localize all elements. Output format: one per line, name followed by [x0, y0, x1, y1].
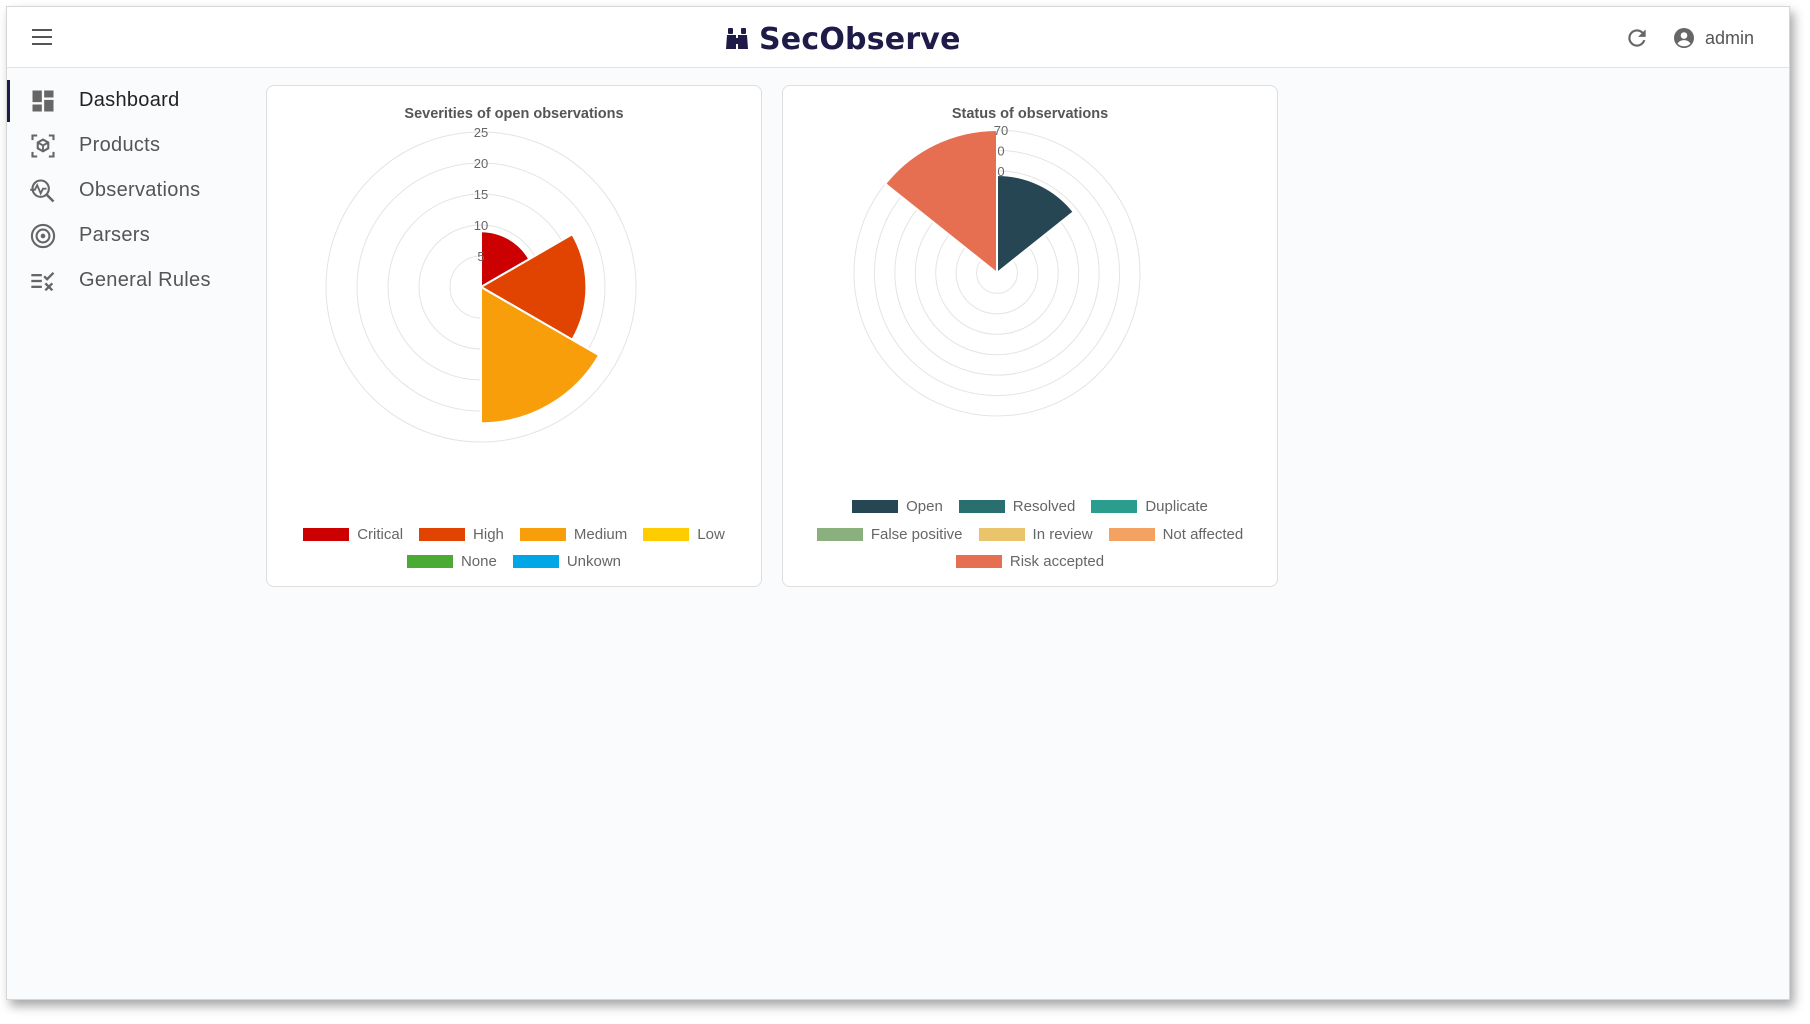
legend-item-duplicate[interactable]: Duplicate [1091, 498, 1208, 515]
legend-swatch [643, 528, 690, 541]
chart-legend-row-2: None Unkown [267, 553, 761, 570]
r-tick-label: 70 [994, 123, 1008, 138]
legend-label: Critical [357, 526, 404, 543]
user-name: admin [1705, 27, 1755, 48]
legend-label: Duplicate [1145, 498, 1208, 515]
legend-swatch [1108, 528, 1155, 541]
app-name: SecObserve [759, 21, 961, 57]
legend-swatch [1091, 500, 1138, 513]
r-tick-label: 0 [997, 164, 1004, 179]
app-window: SecObserve admin Dashboard Products Obse… [6, 6, 1790, 1000]
legend-item-unkown[interactable]: Unkown [512, 553, 622, 570]
product-cube-icon [31, 134, 55, 158]
legend-item-risk-accepted[interactable]: Risk accepted [955, 553, 1105, 570]
user-menu-button[interactable]: admin [1672, 24, 1754, 52]
r-tick-label: 25 [474, 125, 488, 140]
legend-label: Unkown [566, 553, 622, 570]
legend-swatch [519, 528, 566, 541]
legend-label: High [473, 526, 504, 543]
r-tick-label: 0 [997, 143, 1004, 158]
chart-legend: Open Resolved Duplicate [783, 498, 1277, 515]
status-chart-card: Status of observations 0 0 70 Open Resolve… [782, 85, 1278, 587]
legend-swatch [406, 555, 453, 568]
sidebar-item-label: Parsers [79, 224, 151, 246]
chart-legend-row-3: Risk accepted [783, 553, 1277, 570]
sidebar-item-label: Observations [79, 179, 201, 201]
sidebar-item-label: General Rules [79, 269, 211, 291]
legend-label: Resolved [1012, 498, 1076, 515]
legend-item-high[interactable]: High [419, 526, 504, 543]
legend-item-not-affected[interactable]: Not affected [1108, 526, 1244, 543]
observation-search-icon [30, 179, 55, 203]
legend-label: In review [1032, 526, 1093, 543]
parser-target-icon [30, 223, 56, 249]
legend-swatch [958, 500, 1005, 513]
chart-legend-row-2: False positive In review Not affected [783, 526, 1277, 543]
r-tick-label: 10 [474, 218, 488, 233]
legend-label: Not affected [1162, 526, 1244, 543]
app-logo: SecObserve [725, 21, 961, 57]
legend-label: Medium [573, 526, 628, 543]
legend-swatch [303, 528, 350, 541]
legend-item-resolved[interactable]: Resolved [958, 498, 1076, 515]
legend-item-low[interactable]: Low [643, 526, 725, 543]
app-bar: SecObserve admin [7, 7, 1789, 68]
legend-swatch [816, 528, 863, 541]
legend-label: Risk accepted [1009, 553, 1105, 570]
r-tick-label: 15 [474, 187, 488, 202]
sidebar-item-label: Products [79, 134, 161, 156]
sidebar-item-observations[interactable]: Observations [7, 167, 257, 212]
legend-label: Open [906, 498, 943, 515]
legend-swatch [512, 555, 559, 568]
legend-swatch [852, 500, 899, 513]
sidebar: Dashboard Products Observations Parsers … [7, 77, 257, 302]
severities-chart-card: Severities of open observations 5 10 15 20 2… [266, 85, 762, 587]
legend-item-none[interactable]: None [406, 553, 497, 570]
legend-swatch [419, 528, 466, 541]
sidebar-item-products[interactable]: Products [7, 122, 257, 167]
legend-item-open[interactable]: Open [852, 498, 943, 515]
legend-label: Low [697, 526, 725, 543]
r-tick-label: 20 [474, 156, 488, 171]
legend-item-false-positive[interactable]: False positive [816, 526, 963, 543]
legend-item-in-review[interactable]: In review [978, 526, 1093, 543]
legend-swatch [955, 555, 1002, 568]
legend-label: False positive [870, 526, 963, 543]
sidebar-item-parsers[interactable]: Parsers [7, 212, 257, 257]
refresh-icon[interactable] [1624, 25, 1650, 51]
sidebar-item-general-rules[interactable]: General Rules [7, 257, 257, 302]
legend-label: None [460, 553, 497, 570]
legend-item-critical[interactable]: Critical [303, 526, 403, 543]
legend-swatch [978, 528, 1025, 541]
binoculars-icon [726, 28, 748, 49]
legend-item-medium[interactable]: Medium [519, 526, 628, 543]
slice-risk-accepted[interactable] [883, 128, 998, 276]
sidebar-item-dashboard[interactable]: Dashboard [7, 77, 257, 122]
severities-polar-chart: 5 10 15 20 25 [325, 125, 637, 443]
menu-icon[interactable] [29, 25, 59, 49]
rules-icon [31, 272, 55, 292]
account-icon [1674, 28, 1694, 48]
dashboard-icon [32, 90, 54, 112]
r-tick-label: 5 [477, 249, 484, 264]
sidebar-item-label: Dashboard [79, 89, 180, 111]
chart-legend: Critical High Medium Low [267, 526, 761, 543]
